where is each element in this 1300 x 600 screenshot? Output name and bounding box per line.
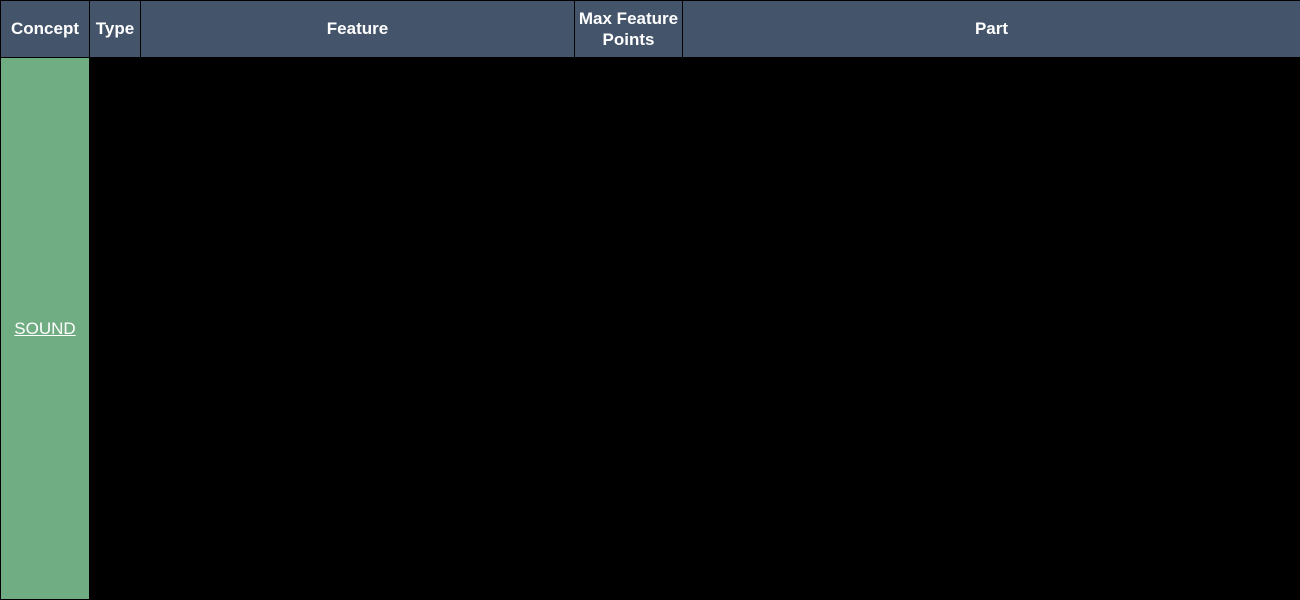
col-header-type: Type bbox=[90, 1, 141, 58]
col-header-part: Part bbox=[683, 1, 1300, 58]
col-header-feature: Feature bbox=[141, 1, 575, 58]
table-header: Concept Type Feature Max Feature Points … bbox=[1, 1, 1300, 58]
max-feature-points-cell bbox=[575, 58, 683, 600]
part-cell bbox=[683, 58, 1300, 600]
table-row: SOUND bbox=[1, 58, 1300, 600]
col-header-max-feature-points: Max Feature Points bbox=[575, 1, 683, 58]
feature-cell bbox=[141, 58, 575, 600]
concept-link-sound[interactable]: SOUND bbox=[14, 319, 75, 338]
col-header-concept: Concept bbox=[1, 1, 90, 58]
table-body: SOUND bbox=[1, 58, 1300, 600]
concept-cell: SOUND bbox=[1, 58, 90, 600]
type-cell bbox=[90, 58, 141, 600]
feature-table: Concept Type Feature Max Feature Points … bbox=[0, 0, 1300, 600]
